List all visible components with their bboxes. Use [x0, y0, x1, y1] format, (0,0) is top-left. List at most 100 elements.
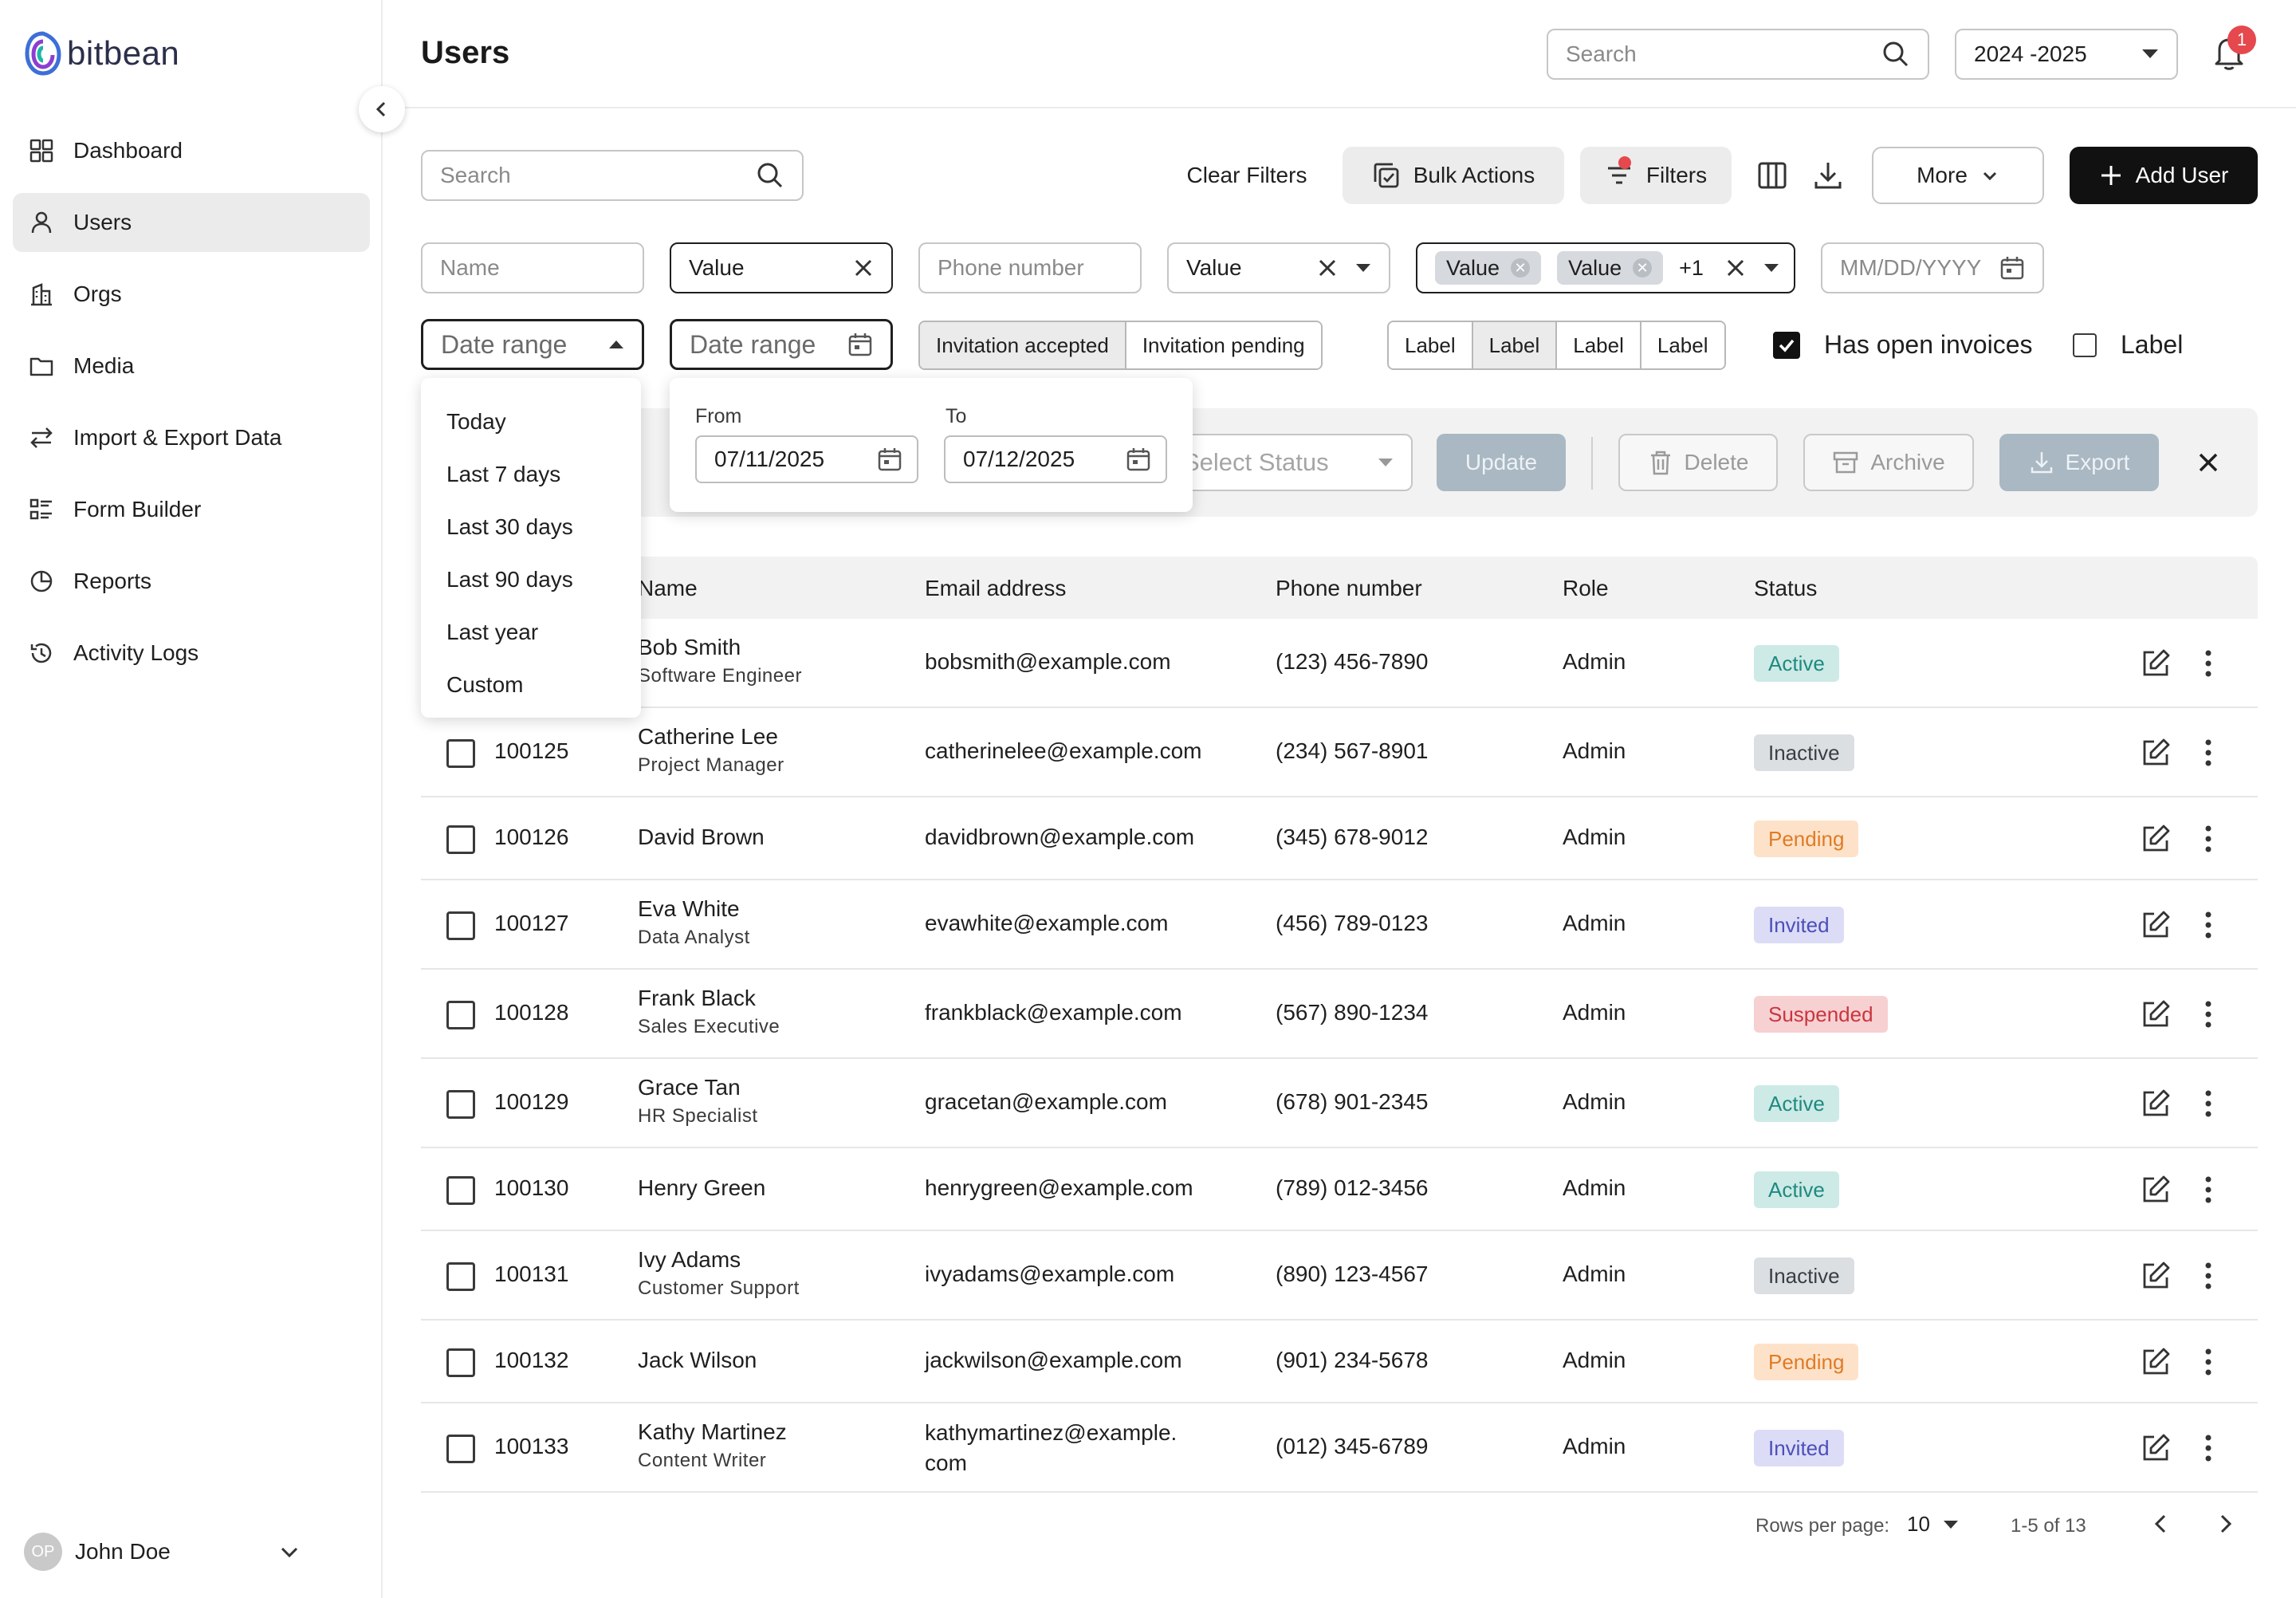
bulk-actions-button[interactable]: Bulk Actions [1343, 147, 1564, 204]
sidebar-item-label: Import & Export Data [73, 425, 282, 450]
label-checkbox[interactable]: Label [2073, 330, 2183, 360]
phone-filter-input[interactable]: Phone number [918, 242, 1142, 293]
more-vertical-icon[interactable] [2204, 911, 2213, 939]
from-date-input[interactable]: 07/11/2025 [695, 435, 918, 483]
next-page-icon[interactable] [2213, 1512, 2237, 1536]
date-option[interactable]: Last year [421, 606, 641, 659]
collapse-sidebar-button[interactable] [359, 86, 405, 132]
row-id: 100131 [494, 1261, 569, 1286]
more-vertical-icon[interactable] [2204, 1000, 2213, 1029]
sidebar-item-reports[interactable]: Reports [13, 552, 370, 611]
close-icon[interactable] [853, 258, 874, 278]
row-checkbox[interactable] [446, 739, 475, 768]
edit-icon[interactable] [2140, 737, 2172, 769]
user-menu[interactable]: OP John Doe [24, 1533, 301, 1571]
column-header-role[interactable]: Role [1563, 576, 1609, 601]
column-header-phone[interactable]: Phone number [1276, 576, 1422, 601]
year-select[interactable]: 2024 -2025 [1955, 29, 2178, 80]
checkbox-unchecked[interactable] [2073, 333, 2097, 357]
date-range-input[interactable]: Date range [670, 319, 893, 370]
more-vertical-icon[interactable] [2204, 1434, 2213, 1462]
more-vertical-icon[interactable] [2204, 1175, 2213, 1204]
date-input[interactable]: MM/DD/YYYY [1821, 242, 2044, 293]
filters-button[interactable]: Filters [1580, 147, 1732, 204]
row-checkbox[interactable] [446, 1262, 475, 1291]
more-button[interactable]: More [1872, 147, 2044, 204]
more-vertical-icon[interactable] [2204, 825, 2213, 853]
edit-icon[interactable] [2140, 998, 2172, 1030]
column-header-name[interactable]: Name [638, 576, 698, 601]
sidebar-item-activity-logs[interactable]: Activity Logs [13, 624, 370, 683]
role-cell: Admin [1563, 1348, 1626, 1372]
more-vertical-icon[interactable] [2204, 738, 2213, 767]
chip-remove-icon[interactable]: ✕ [1633, 258, 1653, 277]
row-checkbox[interactable] [446, 911, 475, 940]
edit-icon[interactable] [2140, 1174, 2172, 1206]
label-option[interactable]: Label [1472, 322, 1558, 368]
close-bulk-bar-icon[interactable] [2192, 447, 2224, 478]
multi-value-select[interactable]: Value ✕ Value ✕ +1 [1416, 242, 1795, 293]
close-icon[interactable] [1317, 258, 1338, 278]
row-checkbox[interactable] [446, 825, 475, 854]
more-vertical-icon[interactable] [2204, 1348, 2213, 1376]
edit-icon[interactable] [2140, 647, 2172, 679]
delete-label: Delete [1684, 450, 1749, 474]
has-open-invoices-checkbox[interactable]: Has open invoices [1773, 330, 2032, 360]
label-option[interactable]: Label [1557, 322, 1641, 368]
edit-icon[interactable] [2140, 1088, 2172, 1120]
select-status-dropdown[interactable]: Select Status [1164, 434, 1413, 491]
label-option[interactable]: Label [1641, 322, 1724, 368]
checkbox-checked[interactable] [1773, 331, 1800, 359]
edit-icon[interactable] [2140, 1432, 2172, 1464]
sidebar-item-import-export[interactable]: Import & Export Data [13, 408, 370, 467]
date-option[interactable]: Last 30 days [421, 501, 641, 553]
export-button[interactable]: Export [1999, 434, 2159, 491]
archive-button[interactable]: Archive [1803, 434, 1974, 491]
edit-icon[interactable] [2140, 909, 2172, 941]
to-date-input[interactable]: 07/12/2025 [944, 435, 1167, 483]
add-user-button[interactable]: Add User [2070, 147, 2258, 204]
clear-filters-button[interactable]: Clear Filters [1177, 148, 1317, 203]
more-vertical-icon[interactable] [2204, 1089, 2213, 1118]
date-range-select[interactable]: Date range [421, 319, 644, 370]
chip-remove-icon[interactable]: ✕ [1511, 258, 1531, 277]
edit-icon[interactable] [2140, 1260, 2172, 1292]
column-header-status[interactable]: Status [1754, 576, 1817, 601]
row-checkbox[interactable] [446, 1001, 475, 1029]
sidebar-item-orgs[interactable]: Orgs [13, 265, 370, 324]
name-filter-input[interactable]: Name [421, 242, 644, 293]
header-search-input[interactable]: Search [1547, 29, 1929, 80]
label-option[interactable]: Label [1389, 322, 1473, 368]
delete-button[interactable]: Delete [1618, 434, 1778, 491]
role-cell: Admin [1563, 1434, 1626, 1458]
rows-per-page-select[interactable]: 10 [1907, 1512, 1959, 1537]
columns-button[interactable] [1744, 147, 1800, 204]
column-header-email[interactable]: Email address [925, 576, 1066, 601]
value-filter-input[interactable]: Value [670, 242, 893, 293]
sidebar-item-media[interactable]: Media [13, 337, 370, 396]
date-option[interactable]: Last 7 days [421, 448, 641, 501]
date-option[interactable]: Custom [421, 659, 641, 711]
edit-icon[interactable] [2140, 1346, 2172, 1378]
edit-icon[interactable] [2140, 823, 2172, 855]
more-vertical-icon[interactable] [2204, 649, 2213, 678]
row-checkbox[interactable] [446, 1348, 475, 1377]
role-cell: Admin [1563, 738, 1626, 763]
row-checkbox[interactable] [446, 1435, 475, 1463]
date-option[interactable]: Last 90 days [421, 553, 641, 606]
date-option[interactable]: Today [421, 396, 641, 448]
update-button[interactable]: Update [1437, 434, 1566, 491]
more-vertical-icon[interactable] [2204, 1261, 2213, 1290]
invitation-accepted-option[interactable]: Invitation accepted [920, 322, 1126, 368]
row-checkbox[interactable] [446, 1176, 475, 1205]
close-icon[interactable] [1725, 258, 1746, 278]
download-button[interactable] [1800, 147, 1856, 204]
value-select[interactable]: Value [1167, 242, 1390, 293]
invitation-pending-option[interactable]: Invitation pending [1126, 322, 1321, 368]
table-search-input[interactable]: Search [421, 150, 804, 201]
sidebar-item-users[interactable]: Users [13, 193, 370, 252]
row-checkbox[interactable] [446, 1090, 475, 1119]
previous-page-icon[interactable] [2149, 1512, 2173, 1536]
sidebar-item-dashboard[interactable]: Dashboard [13, 121, 370, 180]
sidebar-item-form-builder[interactable]: Form Builder [13, 480, 370, 539]
